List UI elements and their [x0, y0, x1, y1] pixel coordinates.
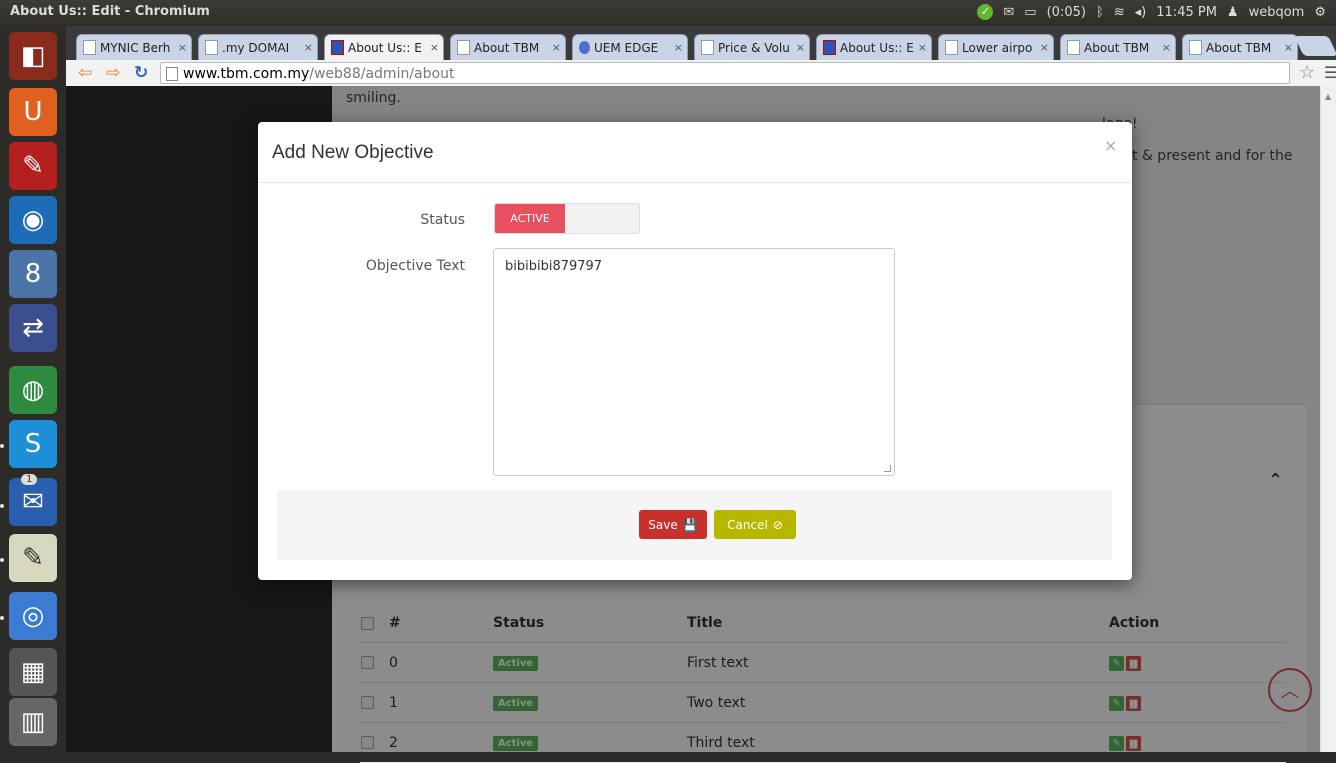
close-tab-icon[interactable]: ×	[430, 41, 439, 54]
tab-uem-edge[interactable]: UEM EDGE ×	[572, 34, 688, 60]
new-tab-button[interactable]	[1294, 36, 1336, 56]
running-indicator	[0, 616, 4, 620]
globe-browser-icon[interactable]: ◍	[9, 366, 57, 414]
tab-domain[interactable]: .my DOMAI ×	[198, 34, 318, 60]
unread-badge: 1	[21, 474, 38, 485]
close-tab-icon[interactable]: ×	[552, 41, 561, 54]
save-button-label: Save	[648, 517, 678, 532]
volume-icon[interactable]: ◂)	[1135, 5, 1147, 20]
update-check-icon[interactable]: ✓	[977, 4, 994, 20]
status-toggle-active: ACTIVE	[495, 204, 565, 233]
page-scrollbar[interactable]: ▲	[1320, 86, 1336, 752]
running-indicator	[0, 444, 4, 448]
chromium-icon[interactable]: ◎	[9, 592, 57, 640]
tab-about-us-edit[interactable]: About Us:: E ×	[324, 34, 444, 60]
text-editor-icon[interactable]: ✎	[9, 534, 57, 582]
objective-text-label: Objective Text	[365, 258, 465, 274]
close-tab-icon[interactable]: ×	[918, 41, 927, 54]
close-tab-icon[interactable]: ×	[1284, 41, 1293, 54]
reload-icon[interactable]: ↻	[134, 63, 148, 83]
unity-launcher: ◧ U ✎ ◉ 8 ⇄ ◍ S 1 ✉ ✎ ◎ ▦ ▥	[0, 26, 66, 752]
close-tab-icon[interactable]: ×	[304, 41, 313, 54]
username[interactable]: webqom	[1249, 5, 1305, 20]
scroll-up-arrow-icon[interactable]: ▲	[1325, 92, 1331, 101]
thunderbird-icon[interactable]: 1 ✉	[9, 474, 57, 526]
mail-icon[interactable]: ✉	[1003, 5, 1014, 20]
back-arrow-icon[interactable]: ⇦	[78, 63, 92, 83]
network-icon[interactable]: ⇄	[9, 304, 57, 352]
url-host: www.tbm.com.my	[183, 66, 310, 82]
cancel-button-label: Cancel	[727, 517, 768, 532]
resize-handle-icon[interactable]	[884, 465, 891, 472]
tbm-favicon-icon	[331, 40, 344, 55]
mysql-workbench-icon[interactable]: ◉	[9, 196, 57, 244]
tab-mynic[interactable]: MYNIC Berh ×	[76, 34, 192, 60]
tab-about-us-2[interactable]: About Us:: E ×	[816, 34, 932, 60]
tab-lower-airport[interactable]: Lower airpo ×	[938, 34, 1054, 60]
bookmark-star-icon[interactable]: ☆	[1299, 62, 1315, 83]
ban-circle-icon: ⊘	[772, 517, 783, 532]
page-icon	[1067, 40, 1080, 55]
bluetooth-icon[interactable]: ᛒ	[1096, 5, 1104, 20]
page-icon	[701, 40, 714, 55]
close-tab-icon[interactable]: ×	[796, 41, 805, 54]
status-toggle[interactable]: ACTIVE	[494, 203, 640, 234]
favicon-icon	[83, 40, 96, 55]
page-icon	[945, 40, 958, 55]
address-bar[interactable]: www.tbm.com.my/web88/admin/about	[160, 62, 1290, 84]
browser-tab-bar: MYNIC Berh × .my DOMAI × About Us:: E × Abo…	[66, 26, 1336, 60]
battery-icon[interactable]: ▭	[1024, 5, 1036, 20]
close-tab-icon[interactable]: ×	[674, 41, 683, 54]
ubuntu-one-icon[interactable]: U	[9, 88, 57, 136]
close-tab-icon[interactable]: ×	[1162, 41, 1171, 54]
user-icon[interactable]: ♟	[1227, 5, 1239, 20]
close-tab-icon[interactable]: ×	[178, 41, 187, 54]
url-path: /web88/admin/about	[309, 66, 455, 82]
battery-time[interactable]: (0:05)	[1047, 5, 1086, 20]
objective-text-value: bibibibi879797	[505, 259, 603, 274]
trash-icon[interactable]: ▥	[9, 698, 57, 746]
running-indicator	[0, 558, 4, 562]
tbm-favicon-icon	[823, 40, 836, 55]
cancel-button[interactable]: Cancel ⊘	[714, 510, 796, 539]
clock[interactable]: 11:45 PM	[1156, 5, 1217, 20]
hamburger-menu-icon[interactable]: ☰	[1324, 63, 1336, 82]
objective-text-field[interactable]: bibibibi879797	[493, 248, 895, 476]
floppy-disk-icon: 💾	[682, 517, 698, 532]
tab-about-tbm-2[interactable]: About TBM ×	[1060, 34, 1176, 60]
top-panel: About Us:: Edit - Chromium ✓ ✉ ▭ (0:05) …	[0, 0, 1336, 26]
forward-arrow-icon[interactable]: ⇨	[106, 63, 120, 83]
window-title: About Us:: Edit - Chromium	[10, 4, 210, 19]
browser-toolbar: ⇦ ⇨ ↻ www.tbm.com.my/web88/admin/about ☆…	[66, 60, 1336, 87]
uem-favicon-icon	[579, 41, 590, 54]
system-tray: ✓ ✉ ▭ (0:05) ᛒ ≋ ◂) 11:45 PM ♟ webqom ⚙	[977, 4, 1326, 20]
system-tools-icon[interactable]: ✎	[9, 142, 57, 190]
running-indicator	[0, 504, 4, 508]
settings-gear-icon[interactable]: ⚙	[1314, 5, 1326, 20]
save-button[interactable]: Save 💾	[639, 510, 707, 539]
filezilla-icon[interactable]: 8	[9, 250, 57, 298]
tab-about-tbm[interactable]: About TBM ×	[450, 34, 566, 60]
skype-icon[interactable]: S	[9, 420, 57, 468]
wifi-icon[interactable]: ≋	[1114, 5, 1125, 20]
page-icon	[457, 40, 470, 55]
page-icon	[166, 67, 178, 81]
page-icon	[1189, 40, 1202, 55]
tab-about-tbm-3[interactable]: About TBM ×	[1182, 34, 1298, 60]
add-objective-modal: Add New Objective × Status ACTIVE Object…	[258, 122, 1132, 580]
modal-title: Add New Objective	[272, 142, 434, 163]
page-icon	[205, 40, 218, 55]
dash-home-icon[interactable]: ◧	[9, 32, 57, 80]
modal-header: Add New Objective ×	[258, 122, 1132, 183]
close-tab-icon[interactable]: ×	[1040, 41, 1049, 54]
close-icon[interactable]: ×	[1104, 136, 1117, 155]
modal-footer: Save 💾 Cancel ⊘	[277, 490, 1112, 560]
workspace-switcher-icon[interactable]: ▦	[9, 648, 57, 696]
status-label: Status	[420, 212, 465, 228]
tab-price-volume[interactable]: Price & Volu ×	[694, 34, 810, 60]
